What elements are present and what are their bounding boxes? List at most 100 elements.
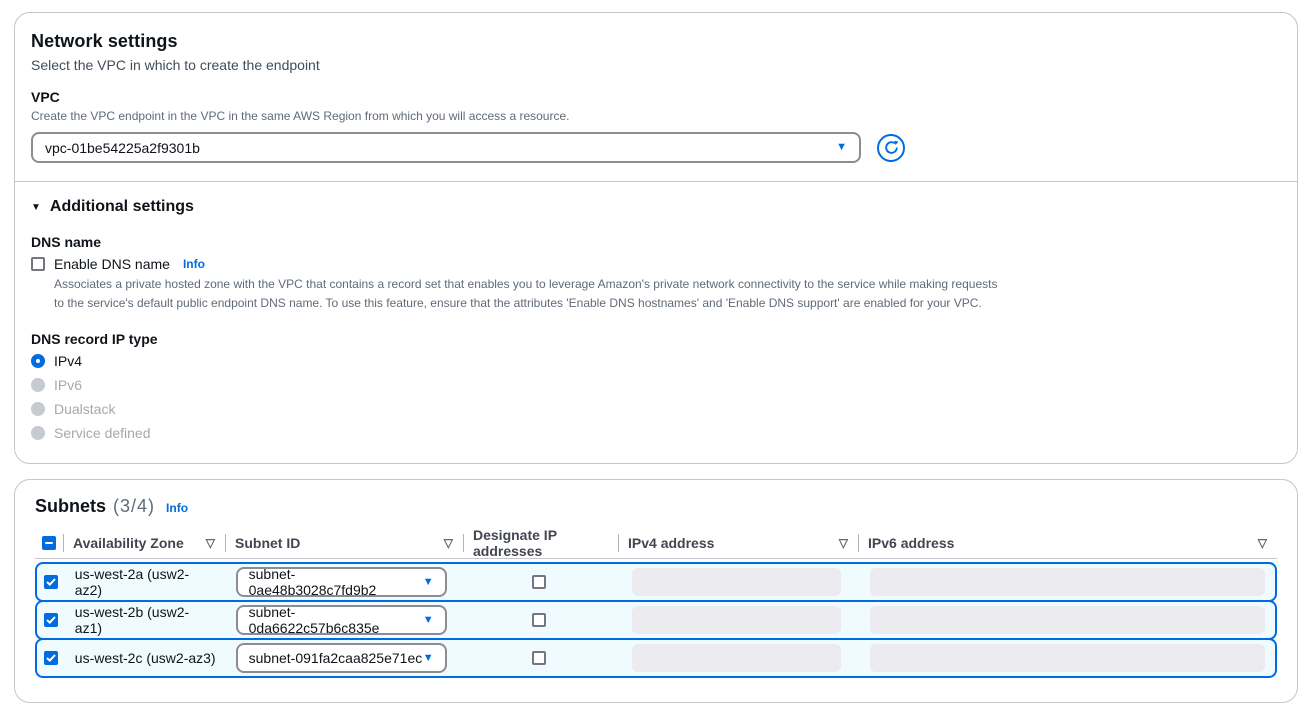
subnets-table-header: Availability Zone ▽ Subnet ID ▽ Designat… [35,533,1277,559]
availability-zone-header-label: Availability Zone [73,535,184,551]
row-cell-ipv6-address [854,606,1275,634]
subnet-id-value: subnet-091fa2caa825e71ec [249,650,423,666]
dns-name-description: Associates a private hosted zone with th… [54,275,1009,313]
radio-option-ipv6: IPv6 [31,377,1281,393]
header-cell-select [35,536,63,550]
row-cell-subnet-id: subnet-0ae48b3028c7fd9b2 ▼ [226,567,462,597]
additional-settings-expander[interactable]: ▼ Additional settings [31,198,1281,216]
additional-settings-label: Additional settings [50,198,194,216]
dns-name-info-link[interactable]: Info [183,257,205,271]
ipv4-radio-label: IPv4 [54,353,82,369]
header-cell-availability-zone[interactable]: Availability Zone ▽ [63,535,225,551]
table-row: us-west-2a (usw2-az2) subnet-0ae48b3028c… [35,562,1277,602]
service-defined-radio [31,426,45,440]
row-cell-ipv6-address [854,644,1275,672]
subnet-id-select[interactable]: subnet-0da6622c57b6c835e ▼ [236,605,447,635]
ipv6-radio-label: IPv6 [54,377,82,393]
row-cell-subnet-id: subnet-0da6622c57b6c835e ▼ [226,605,462,635]
header-cell-ipv4-address[interactable]: IPv4 address ▽ [618,535,858,551]
refresh-icon [884,140,899,155]
row-cell-select [37,575,65,589]
vpc-select-value: vpc-01be54225a2f9301b [45,140,200,156]
ipv6-radio [31,378,45,392]
radio-option-dualstack: Dualstack [31,401,1281,417]
ipv6-address-disabled-field [870,568,1265,596]
row-cell-select [37,651,65,665]
ipv6-address-header-label: IPv6 address [868,535,954,551]
ipv4-radio[interactable] [31,354,45,368]
refresh-button[interactable] [877,134,905,162]
row-select-checkbox[interactable] [44,575,58,589]
ipv4-address-disabled-field [632,644,841,672]
row-select-checkbox[interactable] [44,651,58,665]
chevron-down-icon: ▼ [423,615,434,626]
enable-dns-name-checkbox[interactable] [31,257,45,271]
subnets-panel: Subnets (3/4) Info Availability Zone ▽ S… [14,479,1298,703]
table-row: us-west-2c (usw2-az3) subnet-091fa2caa82… [35,638,1277,678]
row-cell-designate-ip [462,575,616,589]
subnet-id-value: subnet-0da6622c57b6c835e [249,604,423,636]
section-divider [15,181,1297,182]
subnets-info-link[interactable]: Info [166,501,188,515]
dualstack-radio [31,402,45,416]
row-cell-ipv4-address [616,644,854,672]
enable-dns-name-row: Enable DNS name Info [31,256,1281,272]
vpc-select-row: vpc-01be54225a2f9301b ▼ [31,132,1281,163]
sort-icon[interactable]: ▽ [1258,536,1267,550]
subnet-id-select[interactable]: subnet-0ae48b3028c7fd9b2 ▼ [236,567,447,597]
subnets-title: Subnets [35,496,106,517]
ipv4-address-disabled-field [632,606,841,634]
row-cell-availability-zone: us-west-2a (usw2-az2) [65,566,226,598]
service-defined-radio-label: Service defined [54,425,151,441]
select-all-checkbox[interactable] [42,536,56,550]
subnet-id-select[interactable]: subnet-091fa2caa825e71ec ▼ [236,643,447,673]
chevron-down-icon: ▼ [423,577,434,588]
sort-icon[interactable]: ▽ [839,536,848,550]
subnet-id-header-label: Subnet ID [235,535,300,551]
vpc-label: VPC [31,89,1281,105]
expander-triangle-icon: ▼ [31,202,41,213]
designate-ip-header-label: Designate IP addresses [473,527,608,559]
row-cell-subnet-id: subnet-091fa2caa825e71ec ▼ [226,643,462,673]
header-cell-subnet-id[interactable]: Subnet ID ▽ [225,535,463,551]
panel-subtitle: Select the VPC in which to create the en… [31,57,1281,73]
row-cell-designate-ip [462,613,616,627]
subnets-counter: (3/4) [113,496,155,517]
designate-ip-checkbox[interactable] [532,651,546,665]
page-title: Network settings [31,31,1281,52]
row-cell-ipv4-address [616,568,854,596]
network-settings-panel: Network settings Select the VPC in which… [14,12,1298,464]
radio-option-ipv4: IPv4 [31,353,1281,369]
header-cell-designate-ip: Designate IP addresses [463,527,618,559]
availability-zone-value: us-west-2b (usw2-az1) [75,604,216,636]
ipv4-address-disabled-field [632,568,841,596]
vpc-description: Create the VPC endpoint in the VPC in th… [31,107,1281,125]
subnets-header: Subnets (3/4) Info [35,496,1277,517]
sort-icon[interactable]: ▽ [444,536,453,550]
row-cell-ipv6-address [854,568,1275,596]
enable-dns-name-checkbox-label: Enable DNS name [54,256,170,272]
dns-record-ip-type-label: DNS record IP type [31,331,1281,347]
designate-ip-checkbox[interactable] [532,613,546,627]
sort-icon[interactable]: ▽ [206,536,215,550]
row-cell-availability-zone: us-west-2c (usw2-az3) [65,650,226,666]
header-cell-ipv6-address[interactable]: IPv6 address ▽ [858,535,1277,551]
row-cell-availability-zone: us-west-2b (usw2-az1) [65,604,226,636]
row-select-checkbox[interactable] [44,613,58,627]
table-row: us-west-2b (usw2-az1) subnet-0da6622c57b… [35,600,1277,640]
designate-ip-checkbox[interactable] [532,575,546,589]
radio-option-service-defined: Service defined [31,425,1281,441]
dns-name-label: DNS name [31,234,1281,250]
row-cell-select [37,613,65,627]
dualstack-radio-label: Dualstack [54,401,115,417]
availability-zone-value: us-west-2a (usw2-az2) [75,566,216,598]
vpc-select[interactable]: vpc-01be54225a2f9301b ▼ [31,132,861,163]
row-cell-ipv4-address [616,606,854,634]
availability-zone-value: us-west-2c (usw2-az3) [75,650,216,666]
ipv6-address-disabled-field [870,644,1265,672]
row-cell-designate-ip [462,651,616,665]
chevron-down-icon: ▼ [836,142,847,153]
ipv6-address-disabled-field [870,606,1265,634]
ipv4-address-header-label: IPv4 address [628,535,714,551]
subnet-id-value: subnet-0ae48b3028c7fd9b2 [249,566,423,598]
